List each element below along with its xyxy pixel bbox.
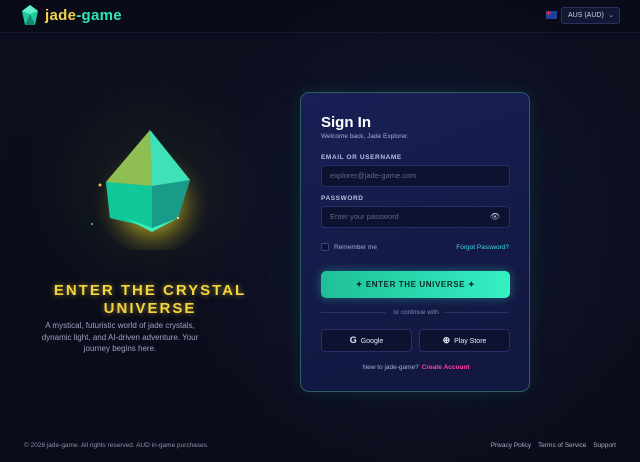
support-link[interactable]: Support: [593, 442, 616, 449]
remember-label: Remember me: [334, 244, 377, 251]
create-account-link[interactable]: Create Account: [422, 364, 470, 371]
playstore-label: Play Store: [454, 338, 487, 345]
password-field[interactable]: Enter your password 👁: [321, 206, 510, 228]
password-label: PASSWORD: [321, 195, 364, 202]
signin-title: Sign In: [321, 114, 371, 131]
forgot-password-link[interactable]: Forgot Password?: [456, 244, 509, 251]
chevron-down-icon: ⌄: [608, 12, 614, 19]
play-store-icon: ⊕: [442, 335, 451, 345]
privacy-policy-link[interactable]: Privacy Policy: [491, 442, 531, 449]
google-icon: G: [349, 335, 357, 345]
email-field[interactable]: explorer@jade-game.com: [321, 165, 510, 187]
remember-checkbox[interactable]: [321, 243, 329, 251]
crystal-illustration: [90, 130, 214, 250]
australia-flag-icon: [546, 11, 557, 19]
jade-gem-logo-icon: [22, 5, 38, 25]
eye-icon[interactable]: 👁: [490, 207, 500, 227]
brand-logo[interactable]: jade-game: [45, 7, 122, 24]
currency-value: AUS (AUD): [568, 12, 604, 19]
playstore-button[interactable]: ⊕ Play Store: [419, 329, 510, 352]
footer-links: Privacy Policy Terms of Service Support: [486, 442, 616, 449]
signup-prompt: New to jade-game? Create Account: [301, 364, 531, 371]
enter-universe-button[interactable]: ✦ ENTER THE UNIVERSE ✦: [321, 271, 510, 298]
email-placeholder: explorer@jade-game.com: [330, 171, 417, 180]
welcome-text: Welcome back, Jade Explorer.: [321, 133, 409, 140]
brand-name-part1: jade: [45, 7, 77, 24]
terms-of-service-link[interactable]: Terms of Service: [538, 442, 586, 449]
signin-card: Sign In Welcome back, Jade Explorer. EMA…: [300, 92, 530, 392]
copyright-text: © 2026 jade-game. All rights reserved. A…: [24, 442, 209, 449]
password-placeholder: Enter your password: [330, 212, 399, 221]
hero-title: ENTER THE CRYSTAL UNIVERSE: [53, 282, 247, 317]
brand-name-part2: -game: [76, 7, 122, 24]
email-label: EMAIL OR USERNAME: [321, 154, 402, 161]
divider-right: [444, 312, 509, 313]
top-nav: jade-game AUS (AUD) ⌄: [0, 0, 640, 33]
hero-subtitle: A mystical, futuristic world of jade cry…: [41, 321, 199, 353]
currency-select[interactable]: AUS (AUD) ⌄: [561, 7, 620, 24]
google-label: Google: [360, 338, 384, 345]
new-to-text: New to jade-game?: [362, 364, 419, 371]
google-button[interactable]: G Google: [321, 329, 412, 352]
